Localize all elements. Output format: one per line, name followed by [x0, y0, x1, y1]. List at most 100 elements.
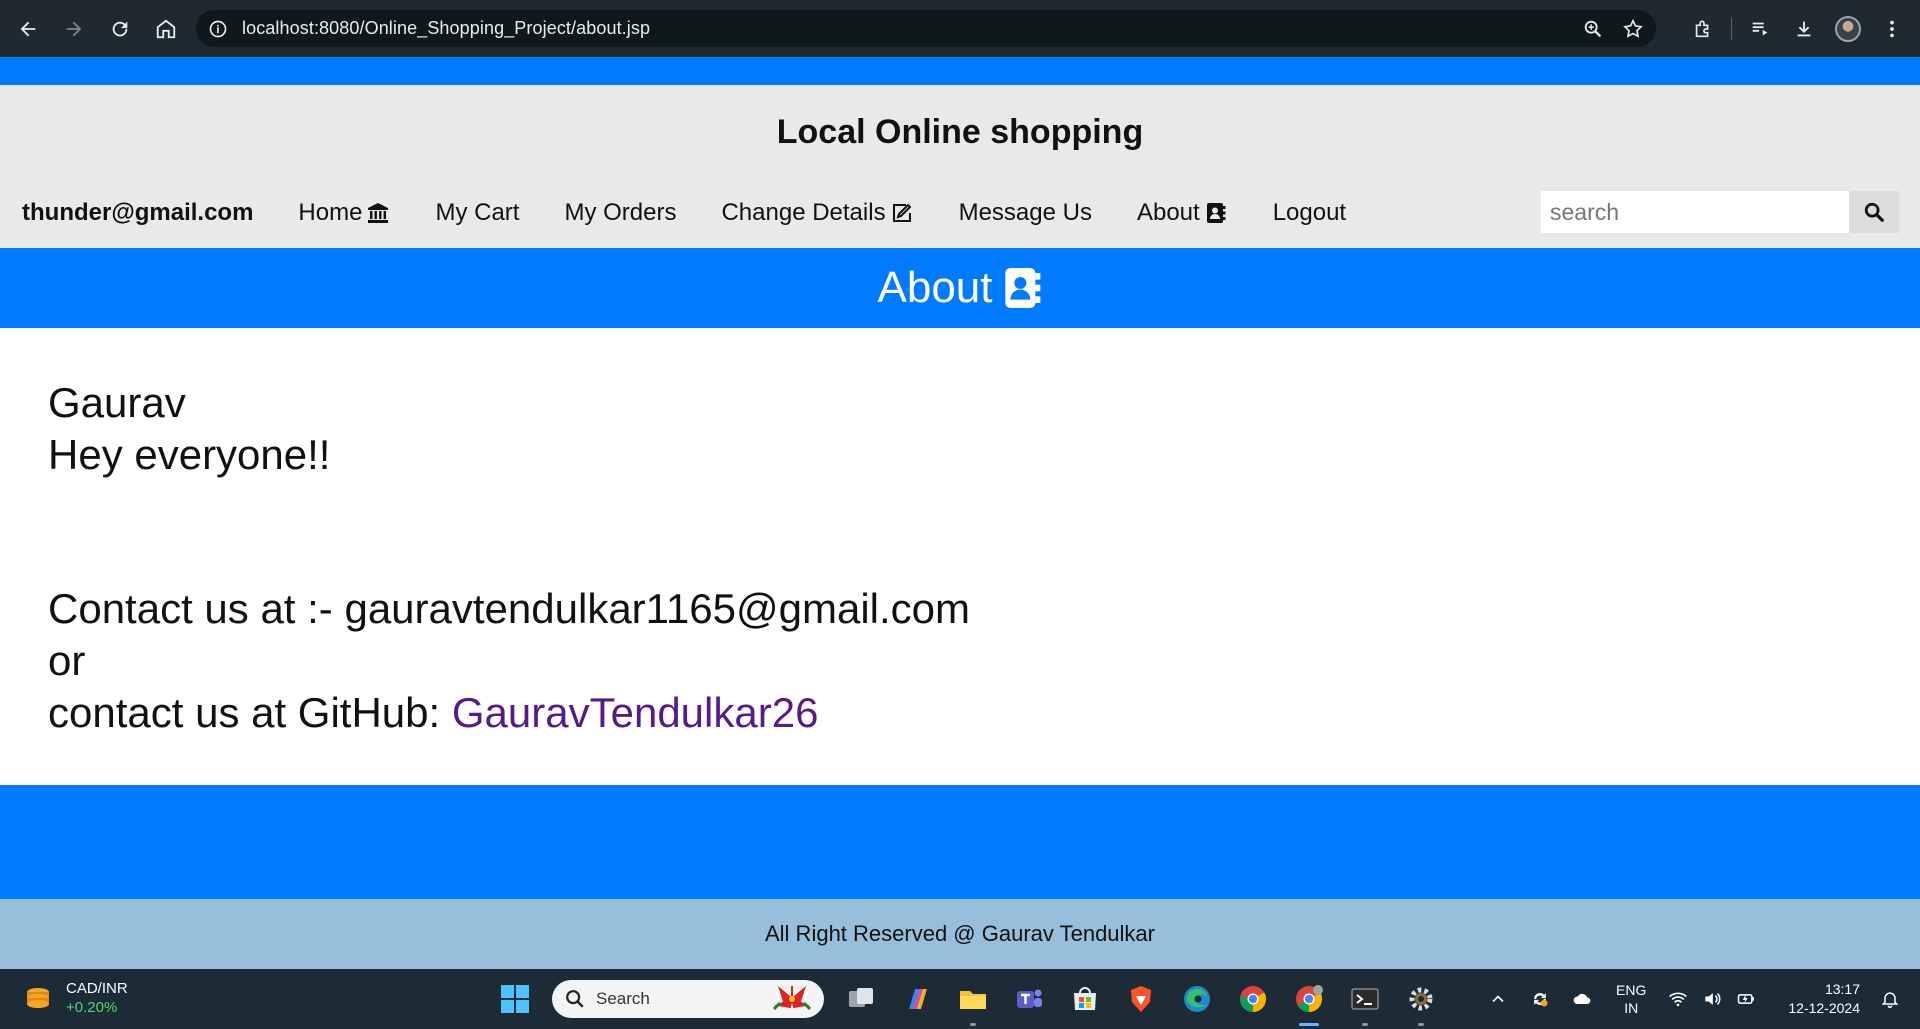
search-icon — [1864, 202, 1884, 222]
lang-bottom: IN — [1624, 1000, 1639, 1016]
about-heading: About — [877, 263, 993, 312]
bank-icon — [368, 203, 389, 223]
top-blue-band — [0, 57, 1920, 85]
nav-change-details[interactable]: Change Details — [721, 199, 913, 227]
home-button[interactable] — [144, 7, 188, 51]
browser-menu-button[interactable] — [1870, 7, 1914, 51]
wifi-icon[interactable] — [1662, 983, 1694, 1015]
github-line: contact us at GitHub: GauravTendulkar26 — [48, 687, 970, 739]
lower-blue-block — [0, 785, 1920, 899]
windows-icon — [501, 985, 529, 1013]
copilot-icon[interactable] — [898, 980, 936, 1018]
url-text[interactable]: localhost:8080/Online_Shopping_Project/a… — [242, 18, 650, 39]
media-control-button[interactable] — [1738, 7, 1782, 51]
chevron-up-icon[interactable] — [1482, 983, 1514, 1015]
nav-home[interactable]: Home — [298, 199, 390, 227]
taskbar-apps: Search — [496, 969, 1440, 1029]
navbar: thunder@gmail.com Home My Cart My Orders… — [0, 191, 1920, 235]
playlist-icon — [1752, 22, 1768, 35]
edge-browser-icon[interactable] — [1178, 980, 1216, 1018]
taskbar-search[interactable]: Search — [552, 980, 824, 1018]
coins-icon — [27, 988, 49, 1008]
chrome-browser-icon[interactable] — [1234, 980, 1272, 1018]
stock-widget[interactable]: CAD/INR +0.20% — [22, 979, 128, 1017]
nav-my-cart-label: My Cart — [435, 199, 520, 226]
chrome-profile-browser-icon[interactable] — [1290, 980, 1328, 1026]
clock-time: 13:17 — [1824, 981, 1860, 997]
nav-about[interactable]: About — [1137, 199, 1228, 227]
browser-toolbar: localhost:8080/Online_Shopping_Project/a… — [0, 0, 1920, 57]
onedrive-cloud-icon[interactable] — [1566, 983, 1598, 1015]
download-icon — [1797, 21, 1811, 36]
edit-icon — [892, 203, 911, 222]
avatar — [1835, 15, 1861, 42]
nav-my-cart[interactable]: My Cart — [435, 199, 519, 227]
footer-text: All Right Reserved @ Gaurav Tendulkar — [765, 921, 1155, 946]
system-tray: ENG IN 13:17 12-12-2024 — [1482, 969, 1920, 1029]
extensions-button[interactable] — [1681, 7, 1725, 51]
bookmark-star-icon[interactable] — [1622, 18, 1644, 40]
toolbar-divider — [1731, 17, 1732, 40]
volume-icon[interactable] — [1696, 983, 1728, 1015]
contact-or: or — [48, 637, 86, 684]
os-taskbar: CAD/INR +0.20% Search ENG IN 13:17 12-12… — [0, 969, 1920, 1029]
notification-bell-icon[interactable] — [1874, 983, 1906, 1015]
widget-title: CAD/INR — [66, 980, 128, 997]
forward-button[interactable] — [52, 7, 96, 51]
nav-my-orders-label: My Orders — [564, 199, 677, 226]
user-email: thunder@gmail.com — [22, 199, 254, 226]
poinsettia-icon — [772, 985, 812, 1011]
profile-button[interactable] — [1826, 7, 1870, 51]
home-icon — [156, 19, 176, 38]
reload-button[interactable] — [98, 7, 142, 51]
address-book-icon — [1206, 203, 1226, 223]
contact-email-line: Contact us at :- gauravtendulkar1165@gma… — [48, 585, 970, 632]
search-button[interactable] — [1849, 191, 1899, 233]
about-name: Gaurav — [48, 379, 186, 426]
github-prefix: contact us at GitHub: — [48, 689, 452, 736]
language-indicator[interactable]: ENG IN — [1616, 981, 1646, 1017]
nav-message-us-label: Message Us — [958, 199, 1092, 226]
lang-top: ENG — [1616, 982, 1647, 998]
github-link[interactable]: GauravTendulkar26 — [452, 689, 819, 736]
nav-logout[interactable]: Logout — [1273, 199, 1346, 227]
search-icon — [566, 990, 584, 1008]
about-heading-band: About — [0, 248, 1920, 328]
nav-about-label: About — [1136, 199, 1200, 226]
microsoft-store-icon[interactable] — [1066, 980, 1104, 1018]
nav-home-label: Home — [298, 199, 363, 226]
address-book-icon — [1005, 268, 1041, 308]
task-view-icon[interactable] — [842, 980, 880, 1018]
about-content: Gaurav Hey everyone!! Contact us at :- g… — [48, 377, 970, 739]
nav-logout-label: Logout — [1272, 199, 1347, 226]
nav-my-orders[interactable]: My Orders — [564, 199, 676, 227]
site-title: Local Online shopping — [776, 113, 1144, 151]
file-explorer-icon[interactable] — [954, 980, 992, 1026]
search-input[interactable] — [1541, 191, 1849, 233]
arrow-left-icon — [20, 21, 36, 36]
about-greeting: Hey everyone!! — [48, 431, 331, 478]
terminal-icon[interactable] — [1346, 980, 1384, 1026]
reload-icon — [112, 21, 128, 36]
brave-browser-icon[interactable] — [1122, 980, 1160, 1018]
widget-change: +0.20% — [66, 999, 118, 1016]
more-vertical-icon — [1890, 20, 1894, 37]
site-header: Local Online shopping thunder@gmail.com … — [0, 85, 1920, 248]
start-button[interactable] — [496, 980, 534, 1018]
nav-message-us[interactable]: Message Us — [959, 199, 1092, 227]
zoom-icon[interactable] — [1582, 18, 1604, 40]
battery-icon[interactable] — [1730, 983, 1762, 1015]
nav-change-details-label: Change Details — [721, 199, 886, 226]
system-clock[interactable]: 13:17 12-12-2024 — [1788, 980, 1860, 1018]
sync-icon[interactable] — [1524, 983, 1556, 1015]
settings-gear-icon[interactable] — [1402, 980, 1440, 1026]
downloads-button[interactable] — [1782, 7, 1826, 51]
back-button[interactable] — [6, 7, 50, 51]
teams-icon[interactable] — [1010, 980, 1048, 1018]
site-info-icon[interactable] — [206, 17, 230, 41]
address-bar[interactable]: localhost:8080/Online_Shopping_Project/a… — [196, 10, 1656, 47]
taskbar-search-label: Search — [596, 989, 650, 1008]
arrow-right-icon — [66, 21, 82, 36]
puzzle-icon — [1695, 19, 1709, 37]
